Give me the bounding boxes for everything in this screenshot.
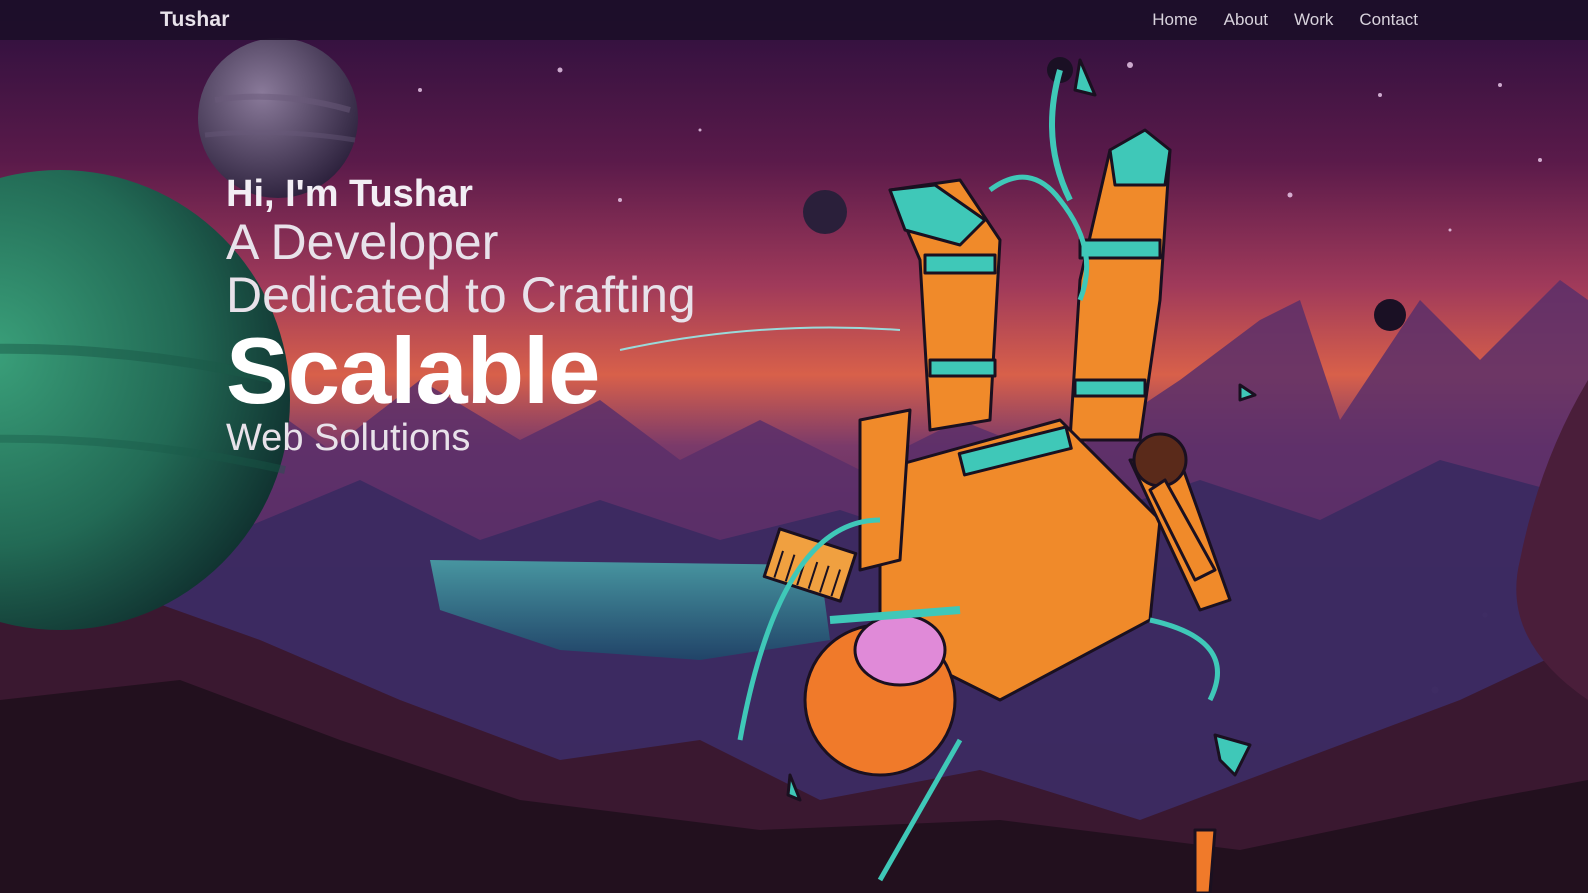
hero-highlight-word: Scalable: [226, 318, 600, 423]
nav-link-home[interactable]: Home: [1152, 10, 1197, 30]
nav-menu: Home About Work Contact: [1152, 10, 1418, 30]
top-navigation-bar: Tushar Home About Work Contact: [0, 0, 1588, 40]
nav-link-about[interactable]: About: [1224, 10, 1268, 30]
hero-tagline-line-3: Web Solutions: [226, 417, 471, 459]
hero-tagline-line-2: Dedicated to Crafting: [226, 267, 696, 323]
hero-tagline-line-1: A Developer: [226, 214, 499, 270]
hero-greeting: Hi, I'm Tushar: [226, 173, 473, 215]
hero-heading: Hi, I'm Tushar A Developer Dedicated to …: [226, 172, 696, 460]
nav-link-work[interactable]: Work: [1294, 10, 1333, 30]
brand-logo[interactable]: Tushar: [160, 8, 230, 32]
nav-link-contact[interactable]: Contact: [1359, 10, 1418, 30]
